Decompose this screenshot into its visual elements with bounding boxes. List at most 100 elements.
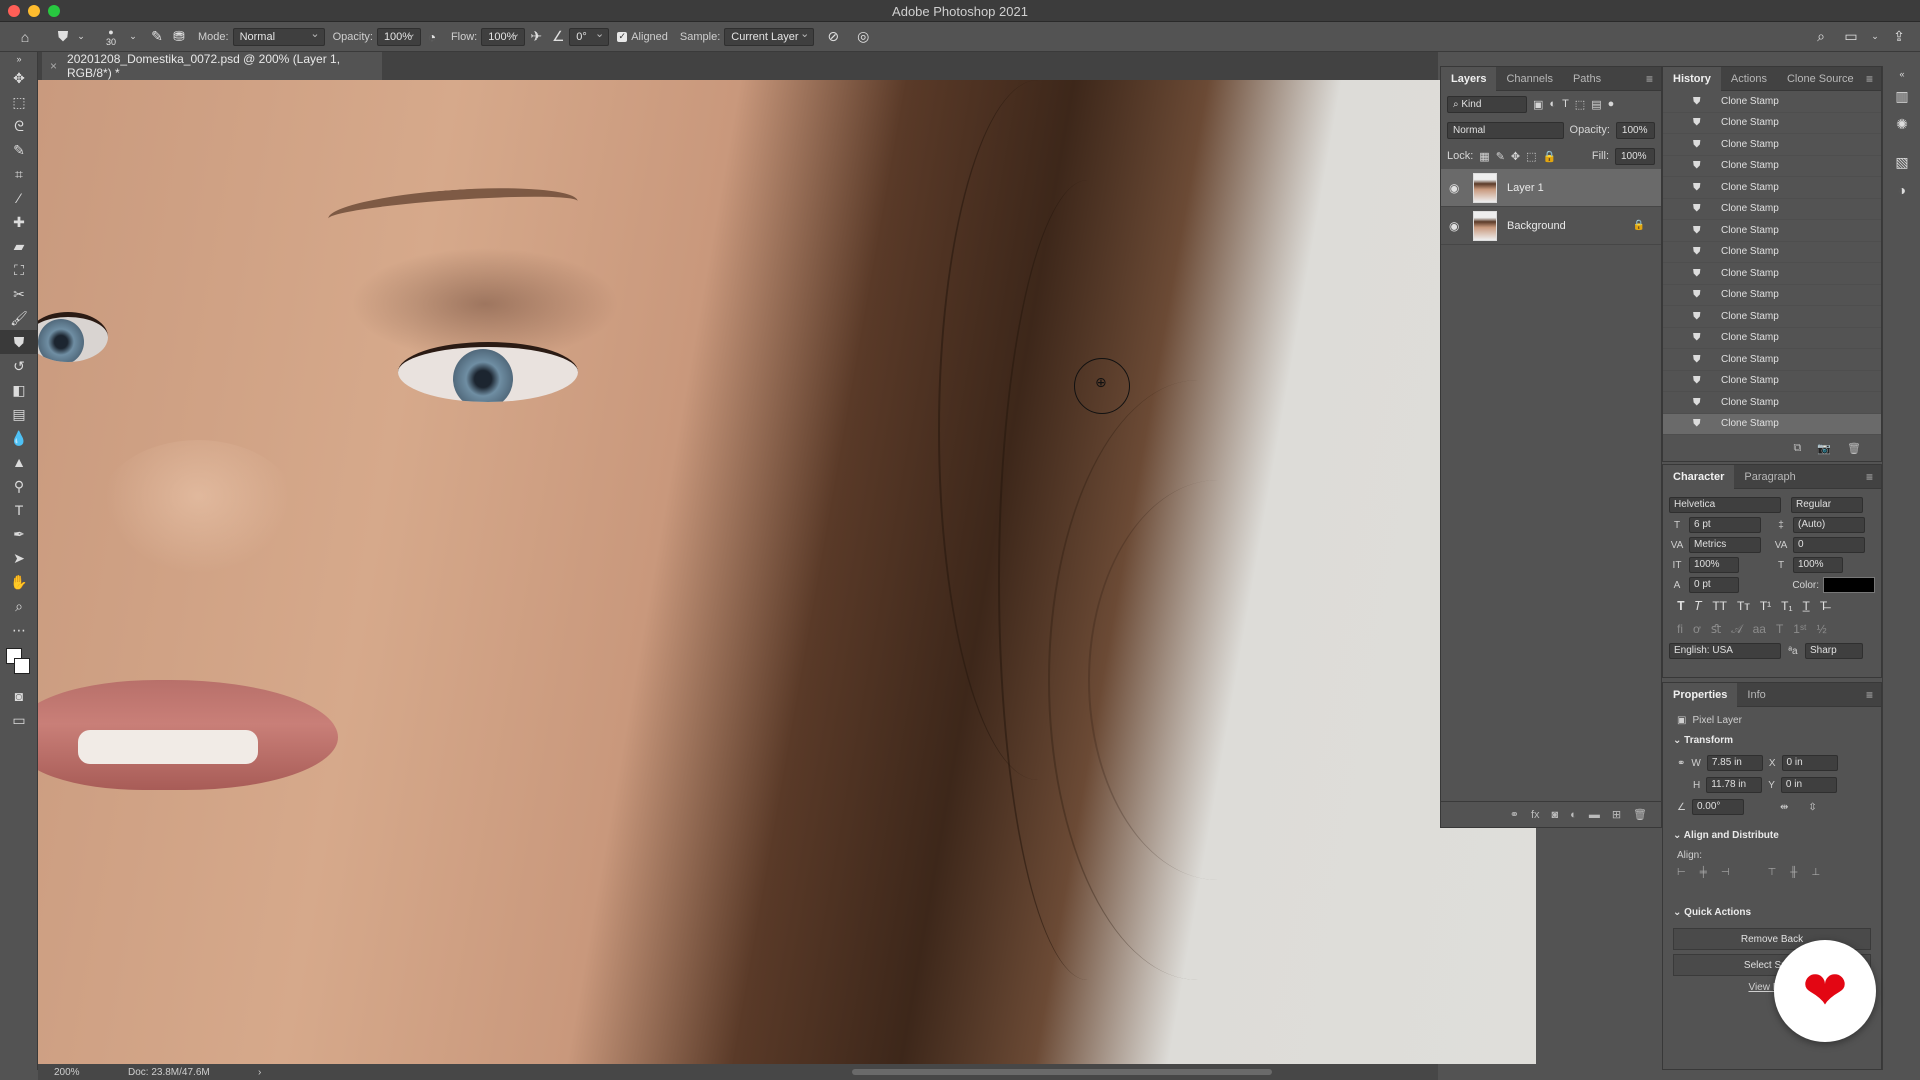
history-item[interactable]: ⛊ Clone Stamp — [1663, 177, 1881, 199]
tab-clone-source[interactable]: Clone Source — [1777, 67, 1864, 91]
history-item[interactable]: ⛊ Clone Stamp — [1663, 199, 1881, 220]
history-item[interactable]: ⛊ Clone Stamp — [1663, 306, 1881, 328]
brush-angle-field[interactable]: 0° — [569, 26, 610, 46]
adjustments-icon[interactable]: ✺ — [1883, 110, 1920, 138]
new-document-from-state-icon[interactable]: ⧉ — [1793, 442, 1801, 455]
align-top-icon[interactable]: ⊤ — [1768, 867, 1777, 878]
status-menu-arrow-icon[interactable]: › — [258, 1067, 261, 1078]
chevron-down-icon[interactable]: ⌄ — [126, 26, 140, 48]
delete-state-icon[interactable]: 🗑 — [1847, 442, 1861, 455]
eyedropper-tool-icon[interactable]: ⁄ — [0, 186, 38, 210]
hand-tool-icon[interactable]: ✋ — [0, 570, 38, 594]
language-select[interactable]: English: USA — [1669, 643, 1781, 659]
text-color-swatch[interactable] — [1823, 577, 1875, 593]
tab-paragraph[interactable]: Paragraph — [1734, 465, 1805, 489]
brush-settings-icon[interactable]: ✎ — [146, 26, 168, 48]
swatches-icon[interactable]: ▧ — [1883, 148, 1920, 176]
swash-icon[interactable]: 𝒜 — [1731, 622, 1742, 637]
type-tool-icon[interactable]: T — [0, 498, 38, 522]
filter-toggle-icon[interactable]: ● — [1608, 98, 1615, 110]
healing-brush-tool-icon[interactable]: ✚ — [0, 210, 38, 234]
visibility-eye-icon[interactable]: ◉ — [1449, 181, 1465, 195]
patch-tool-icon[interactable]: ⛶ — [0, 258, 38, 282]
ignore-adjustment-layers-icon[interactable]: ⊘ — [822, 26, 844, 48]
fractions-icon[interactable]: ½ — [1817, 622, 1827, 637]
font-style-select[interactable]: Regular — [1791, 497, 1863, 513]
clone-source-panel-icon[interactable]: ⛃ — [168, 26, 190, 48]
underline-icon[interactable]: T̲ — [1803, 599, 1810, 614]
pressure-size-icon[interactable]: ◎ — [852, 26, 874, 48]
titling-icon[interactable]: T — [1776, 622, 1783, 637]
brush-tool-icon[interactable]: 🖌 — [0, 306, 38, 330]
kerning-select[interactable]: Metrics — [1689, 537, 1761, 553]
tab-channels[interactable]: Channels — [1496, 67, 1562, 91]
contextual-alternates-icon[interactable]: ơ — [1693, 622, 1701, 637]
background-color-swatch[interactable] — [14, 658, 30, 674]
color-icon[interactable]: ◑ — [1883, 176, 1920, 204]
crop-tool-icon[interactable]: ⌗ — [0, 162, 38, 186]
x-field[interactable]: 0 in — [1781, 755, 1838, 771]
sharpen-tool-icon[interactable]: ▲ — [0, 450, 38, 474]
layer-row[interactable]: ◉ Layer 1 — [1441, 169, 1661, 207]
more-tools-icon[interactable]: ⋯ — [0, 618, 38, 642]
document-tab[interactable]: × 20201208_Domestika_0072.psd @ 200% (La… — [42, 52, 382, 80]
clone-stamp-tool-icon[interactable]: ⛊ — [0, 330, 38, 354]
font-family-select[interactable]: Helvetica — [1669, 497, 1781, 513]
y-field[interactable]: 0 in — [1780, 777, 1837, 793]
history-item[interactable]: ⛊ Clone Stamp — [1663, 242, 1881, 263]
visibility-eye-icon[interactable]: ◉ — [1449, 219, 1465, 233]
filter-shape-icon[interactable]: ⬚ — [1575, 98, 1585, 111]
faux-bold-icon[interactable]: 𝐓 — [1677, 599, 1685, 614]
history-brush-tool-icon[interactable]: ↺ — [0, 354, 38, 378]
workspace-icon[interactable]: ▭ — [1840, 26, 1862, 48]
history-item[interactable]: ⛊ Clone Stamp — [1663, 263, 1881, 285]
all-caps-icon[interactable]: TT — [1712, 599, 1727, 614]
lasso-tool-icon[interactable]: ᘓ — [0, 114, 38, 138]
tab-properties[interactable]: Properties — [1663, 682, 1738, 707]
delete-layer-icon[interactable]: 🗑 — [1633, 808, 1647, 821]
zoom-level[interactable]: 200% — [38, 1067, 108, 1078]
layer-style-icon[interactable]: fx — [1531, 809, 1540, 821]
flow-field[interactable]: 100% — [481, 26, 526, 46]
gradient-tool-icon[interactable]: ▤ — [0, 402, 38, 426]
quick-selection-tool-icon[interactable]: ✎ — [0, 138, 38, 162]
portrait-photo[interactable] — [38, 80, 1536, 1064]
move-tool-icon[interactable]: ✥ — [0, 66, 38, 90]
zoom-tool-icon[interactable]: ⌕ — [0, 594, 38, 618]
opacity-field[interactable]: 100% — [376, 26, 421, 46]
font-size-field[interactable]: 6 pt — [1689, 517, 1761, 533]
lock-all-icon[interactable]: 🔒 — [1543, 150, 1557, 163]
marquee-tool-icon[interactable]: ⬚ — [0, 90, 38, 114]
clone-stamp-preset-icon[interactable]: ⛊ — [52, 26, 74, 48]
color-swatches[interactable] — [0, 642, 38, 684]
tab-paths[interactable]: Paths — [1563, 67, 1611, 91]
tab-history[interactable]: History — [1663, 66, 1721, 91]
lock-pixels-icon[interactable]: ✎ — [1496, 150, 1505, 163]
home-icon[interactable]: ⌂ — [14, 26, 36, 48]
lock-transparent-icon[interactable]: ▦ — [1479, 150, 1489, 163]
path-selection-tool-icon[interactable]: ➤ — [0, 546, 38, 570]
history-item[interactable]: ⛊ Clone Stamp — [1663, 134, 1881, 156]
chevron-down-icon[interactable]: ⌄ — [74, 26, 88, 48]
history-item[interactable]: ⛊ Clone Stamp — [1663, 91, 1881, 113]
filter-smart-object-icon[interactable]: ▤ — [1591, 98, 1601, 111]
close-tab-icon[interactable]: × — [50, 59, 57, 73]
spot-healing-tool-icon[interactable]: ▰ — [0, 234, 38, 258]
lock-artboard-icon[interactable]: ⬚ — [1526, 150, 1536, 163]
panel-menu-icon[interactable]: ≡ — [1866, 470, 1873, 484]
history-item-current[interactable]: ⛊ Clone Stamp — [1663, 413, 1881, 435]
antialias-select[interactable]: Sharp — [1805, 643, 1863, 659]
small-caps-icon[interactable]: Tт — [1737, 599, 1750, 614]
strikethrough-icon[interactable]: T̶ — [1820, 599, 1827, 614]
history-item[interactable]: ⛊ Clone Stamp — [1663, 113, 1881, 134]
horizontal-scale-field[interactable]: 100% — [1793, 557, 1843, 573]
subscript-icon[interactable]: T₁ — [1781, 599, 1792, 614]
add-mask-icon[interactable]: ◙ — [1552, 809, 1559, 821]
link-dimensions-icon[interactable]: ⚭ — [1677, 758, 1685, 769]
blend-mode-select[interactable]: Normal — [1447, 121, 1564, 139]
angle-field[interactable]: 0.00° — [1691, 799, 1744, 815]
tab-actions[interactable]: Actions — [1721, 67, 1777, 91]
history-item[interactable]: ⛊ Clone Stamp — [1663, 285, 1881, 306]
fill-field[interactable]: 100% — [1615, 147, 1655, 165]
flip-horizontal-icon[interactable]: ⇹ — [1780, 802, 1788, 813]
